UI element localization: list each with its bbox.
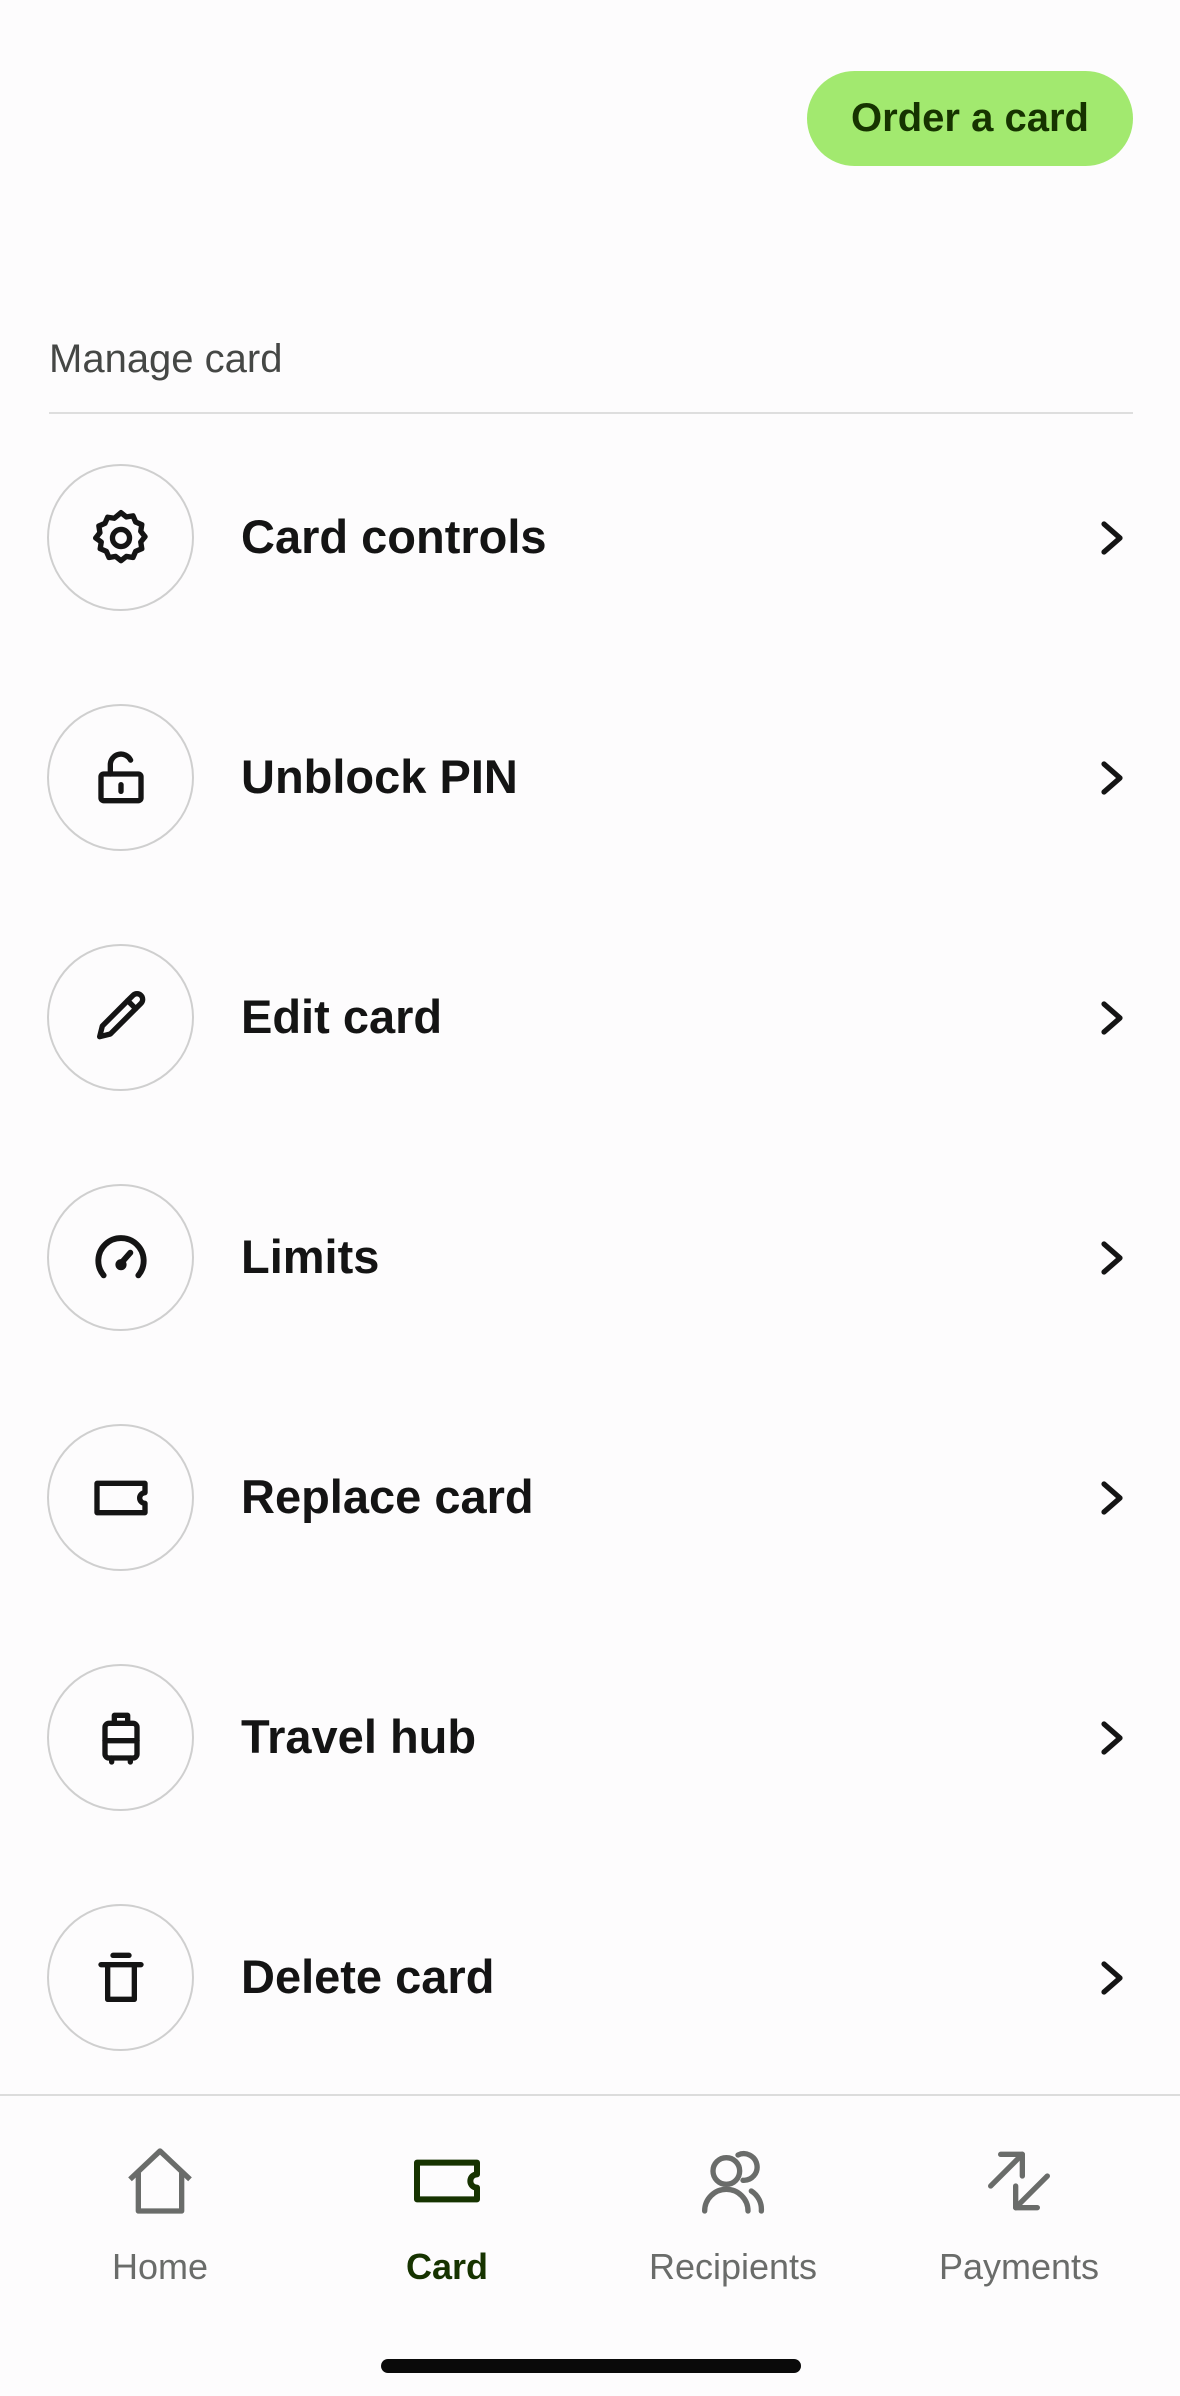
pencil-icon [47,944,194,1091]
menu-item-travel-hub[interactable]: Travel hub [0,1649,1180,1889]
menu-item-limits[interactable]: Limits [0,1169,1180,1409]
chevron-right-icon [1101,1721,1123,1755]
home-indicator[interactable] [381,2359,801,2373]
tab-label: Card [405,2246,489,2287]
chevron-right-icon [1101,1241,1123,1275]
trash-icon [47,1904,194,2051]
menu-item-label: Unblock PIN [241,750,518,803]
chevron-right-icon [1101,761,1123,795]
tab-label: Recipients [648,2246,818,2287]
menu-item-unblock-pin[interactable]: Unblock PIN [0,689,1180,929]
menu-item-label: Delete card [241,1950,495,2003]
chevron-right-icon [1101,1961,1123,1995]
tab-label: Home [111,2246,209,2287]
menu-item-label: Edit card [241,990,443,1043]
menu-item-card-controls[interactable]: Card controls [0,449,1180,689]
tab-label: Payments [938,2246,1100,2287]
menu-item-label: Limits [241,1230,380,1283]
gear-icon [47,464,194,611]
home-icon [128,2148,192,2214]
menu-item-replace-card[interactable]: Replace card [0,1409,1180,1649]
order-card-button[interactable]: Order a card [807,71,1133,166]
menu-item-edit-card[interactable]: Edit card [0,929,1180,1169]
card-icon [47,1424,194,1571]
chevron-right-icon [1101,1001,1123,1035]
transfer-arrows-icon [988,2151,1050,2211]
luggage-icon [47,1664,194,1811]
tab-home[interactable]: Home [17,2096,303,2306]
people-icon [702,2151,765,2214]
menu-item-label: Card controls [241,510,547,563]
chevron-right-icon [1101,1481,1123,1515]
unlock-icon [47,704,194,851]
card-management-screen: Order a card Manage card Card controls U… [0,0,1180,2396]
menu-item-label: Travel hub [241,1710,477,1763]
section-divider [49,412,1133,414]
speedometer-icon [47,1184,194,1331]
section-title: Manage card [49,337,283,381]
tab-payments[interactable]: Payments [876,2096,1162,2306]
menu-item-delete-card[interactable]: Delete card [0,1889,1180,2129]
menu-item-label: Replace card [241,1470,534,1523]
card-icon [414,2159,480,2203]
manage-card-menu: Card controls Unblock PIN Edit card Limi… [0,449,1180,2129]
tab-card[interactable]: Card [304,2096,590,2306]
bottom-tab-bar: Home Card Recipients Payments [0,2094,1180,2396]
tab-recipients[interactable]: Recipients [590,2096,876,2306]
chevron-right-icon [1101,521,1123,555]
